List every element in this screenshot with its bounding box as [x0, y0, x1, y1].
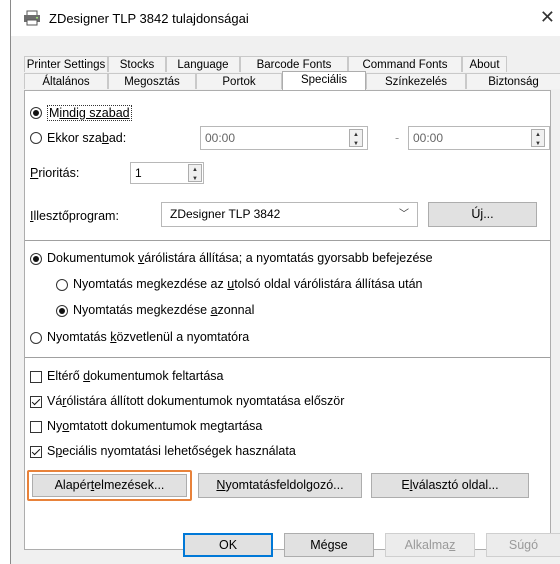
window-title: ZDesigner TLP 3842 tulajdonságai [49, 11, 249, 26]
divider [25, 240, 550, 241]
start-after-last-page-label: Nyomtatás megkezdése az utolsó oldal vár… [73, 277, 423, 291]
apply-button[interactable]: Alkalmaz [385, 533, 475, 557]
tab-stocks[interactable]: Stocks [108, 56, 166, 72]
always-available-radio[interactable] [30, 107, 42, 119]
spool-label: Dokumentumok várólistára állítása; a nyo… [47, 251, 433, 265]
tab-ports[interactable]: Portok [196, 73, 282, 89]
print-directly-radio[interactable] [30, 332, 42, 344]
spin-down-icon[interactable]: ▼ [532, 139, 544, 147]
cancel-button[interactable]: Mégse [284, 533, 374, 557]
advanced-features-label: Speciális nyomtatási lehetőségek használ… [47, 444, 296, 458]
driver-select[interactable]: ZDesigner TLP 3842 ﹀ [161, 202, 418, 227]
print-processor-button[interactable]: Nyomtatásfeldolgozó... [198, 473, 362, 498]
chevron-down-icon: ﹀ [399, 209, 409, 220]
ok-button[interactable]: OK [183, 533, 273, 557]
print-spooled-first-checkbox[interactable] [30, 396, 42, 408]
from-time-field[interactable]: 00:00 [200, 126, 368, 150]
advanced-features-checkbox[interactable] [30, 446, 42, 458]
spin-down-icon[interactable]: ▼ [189, 174, 201, 182]
to-time-spinner[interactable]: ▲ ▼ [531, 129, 545, 147]
start-after-last-page-radio[interactable] [56, 279, 68, 291]
close-icon[interactable]: ✕ [540, 8, 555, 26]
separator-page-button[interactable]: Elválasztó oldal... [371, 473, 529, 498]
spin-up-icon[interactable]: ▲ [350, 130, 362, 138]
keep-printed-label: Nyomtatott dokumentumok megtartása [47, 419, 263, 433]
tab-printer-settings[interactable]: Printer Settings [24, 56, 108, 72]
spin-down-icon[interactable]: ▼ [350, 139, 362, 147]
hold-mismatched-checkbox[interactable] [30, 371, 42, 383]
advanced-tab-panel: Mindig szabad Ekkor szabad: 00:00 ▲ ▼ - … [24, 90, 551, 550]
new-driver-button[interactable]: Új... [428, 202, 537, 227]
driver-label: Illesztőprogram: [30, 209, 119, 223]
start-immediately-radio[interactable] [56, 305, 68, 317]
properties-dialog: ZDesigner TLP 3842 tulajdonságai ✕ Print… [10, 0, 560, 564]
spin-up-icon[interactable]: ▲ [532, 130, 544, 138]
print-directly-label: Nyomtatás közvetlenül a nyomtatóra [47, 330, 250, 344]
help-button[interactable]: Súgó [486, 533, 560, 557]
tab-general[interactable]: Általános [24, 73, 108, 89]
tab-about[interactable]: About [462, 56, 507, 72]
start-immediately-label: Nyomtatás megkezdése azonnal [73, 303, 255, 317]
tab-security[interactable]: Biztonság [466, 73, 560, 89]
tab-advanced[interactable]: Speciális [282, 71, 366, 90]
time-range-dash: - [395, 131, 400, 145]
printer-icon [23, 10, 41, 29]
spool-radio[interactable] [30, 253, 42, 265]
tab-sharing[interactable]: Megosztás [108, 73, 196, 89]
tab-command-fonts[interactable]: Command Fonts [348, 56, 462, 72]
spin-up-icon[interactable]: ▲ [189, 165, 201, 173]
printing-defaults-button[interactable]: Alapértelmezések... [32, 474, 187, 497]
keep-printed-checkbox[interactable] [30, 421, 42, 433]
priority-spinner[interactable]: ▲ ▼ [188, 164, 202, 182]
priority-label: Prioritás: [30, 166, 80, 180]
tab-color-management[interactable]: Színkezelés [366, 73, 466, 89]
from-time-spinner[interactable]: ▲ ▼ [349, 129, 363, 147]
available-from-label: Ekkor szabad: [47, 131, 127, 145]
tab-language[interactable]: Language [166, 56, 240, 72]
tab-barcode-fonts[interactable]: Barcode Fonts [240, 56, 348, 72]
title-bar: ZDesigner TLP 3842 tulajdonságai ✕ [11, 0, 560, 36]
always-available-label: Mindig szabad [47, 105, 132, 121]
print-spooled-first-label: Várólistára állított dokumentumok nyomta… [47, 394, 345, 408]
to-time-field[interactable]: 00:00 [408, 126, 550, 150]
hold-mismatched-label: Eltérő dokumentumok feltartása [47, 369, 224, 383]
divider [25, 357, 550, 358]
available-from-radio[interactable] [30, 132, 42, 144]
